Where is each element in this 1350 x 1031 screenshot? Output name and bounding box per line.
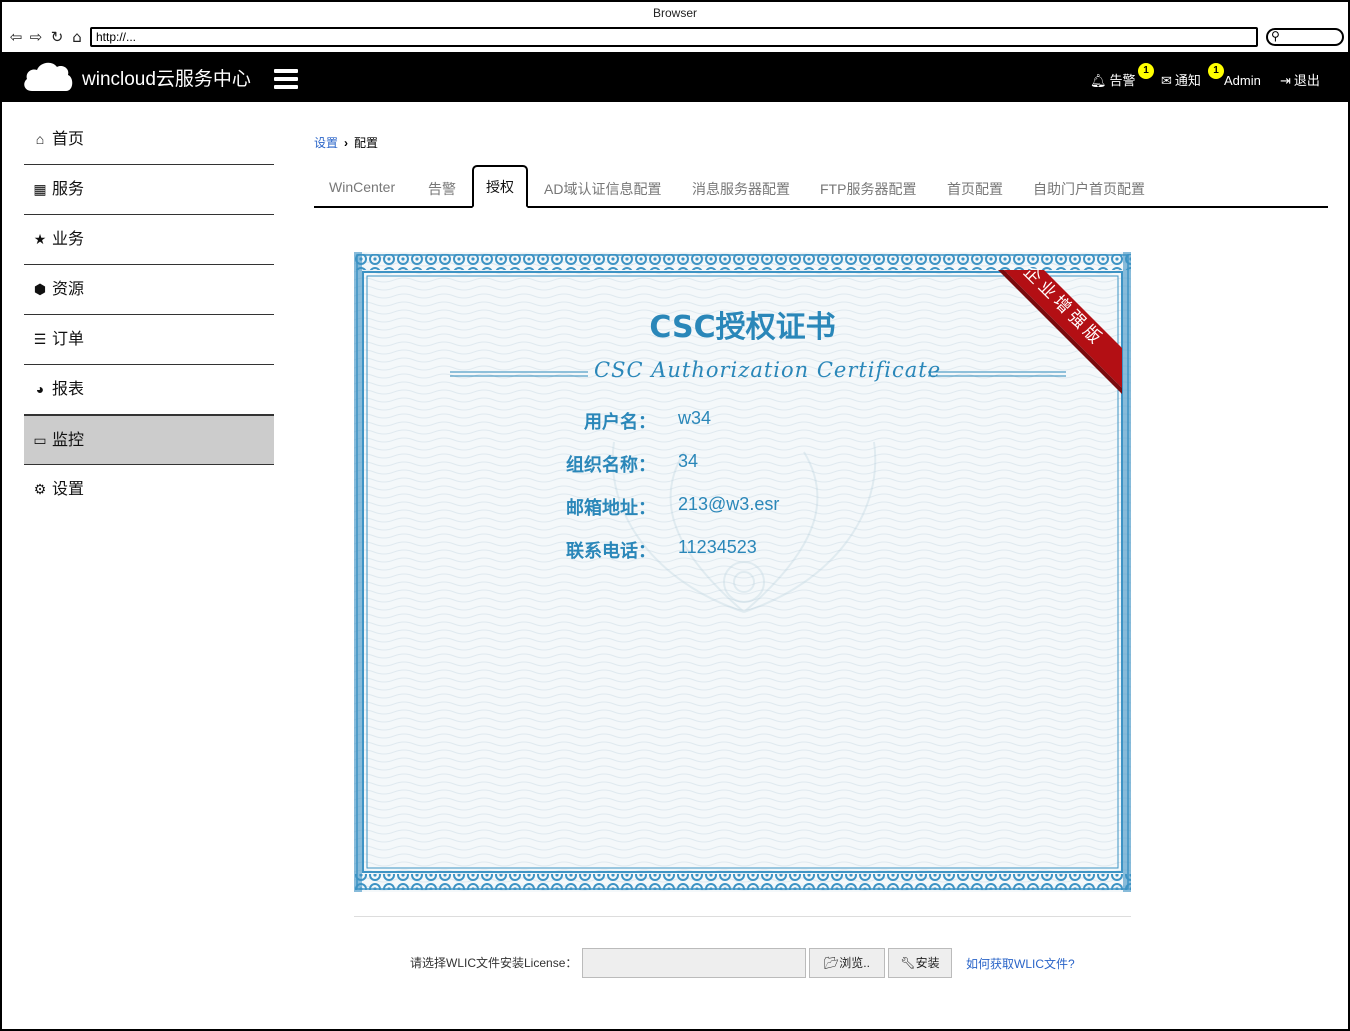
- license-file-label: 请选择WLIC文件安装License：: [410, 956, 578, 970]
- browse-button[interactable]: 📂︎浏览..: [809, 948, 885, 978]
- tab-license[interactable]: 授权: [472, 165, 528, 208]
- license-certificate: CSC授权证书 CSC Authorization Certificate 企业…: [354, 252, 1131, 892]
- sidebar-item-home[interactable]: ⌂ 首页: [24, 115, 274, 165]
- username-label: 用户名：: [584, 412, 656, 433]
- search-icon: ⚲: [1271, 29, 1280, 43]
- cloud-logo-icon: [24, 62, 73, 91]
- star-icon: ★: [33, 231, 47, 247]
- bell-icon: 🔔︎: [1090, 73, 1107, 88]
- tab-message-server[interactable]: 消息服务器配置: [692, 179, 790, 199]
- browser-window: Browser ⇦ ⇨ ↻ ⌂ http://... ⚲ wincloud云服务…: [0, 0, 1350, 1031]
- sidebar-item-services[interactable]: ▦ 服务: [24, 165, 274, 215]
- license-file-input[interactable]: [582, 948, 806, 978]
- phone-label: 联系电话：: [566, 541, 656, 562]
- tab-homepage[interactable]: 首页配置: [947, 179, 1003, 199]
- tab-portal-homepage[interactable]: 自助门户首页配置: [1033, 179, 1145, 199]
- browse-label: 浏览..: [839, 956, 870, 970]
- sidebar-item-monitoring[interactable]: ▭ 监控: [24, 415, 274, 465]
- alerts-label: 告警: [1109, 73, 1136, 88]
- sidebar-item-label: 订单: [52, 331, 85, 348]
- browser-search-input[interactable]: ⚲: [1266, 28, 1344, 46]
- tab-alerts[interactable]: 告警: [428, 179, 456, 199]
- grid-icon: ▦: [33, 181, 47, 197]
- sidebar-item-label: 设置: [52, 481, 85, 498]
- home-icon: ⌂: [35, 131, 45, 147]
- window-title: Browser: [652, 6, 697, 20]
- username-value: w34: [678, 408, 712, 428]
- user-menu[interactable]: Admin: [1224, 73, 1261, 88]
- sidebar: ⌂ 首页 ▦ 服务 ★ 业务 ⬢ 资源 ☰ 订单 ◕ 报表 ▭ 监控 ⚙ 设置: [24, 115, 274, 515]
- list-icon: ☰: [33, 331, 47, 347]
- tab-wincenter[interactable]: WinCenter: [329, 179, 395, 195]
- notices-label: 通知: [1174, 73, 1201, 88]
- breadcrumb-current: 配置: [354, 136, 379, 150]
- certificate-border: [354, 252, 1131, 892]
- pie-chart-icon: ◕: [35, 381, 45, 397]
- tab-ad-auth[interactable]: AD域认证信息配置: [544, 179, 661, 199]
- envelope-icon: ✉: [1161, 73, 1172, 88]
- forward-icon[interactable]: ⇨: [27, 28, 45, 46]
- logout-icon: ⇥: [1280, 73, 1291, 88]
- sidebar-item-label: 监控: [52, 432, 85, 449]
- cube-icon: ⬢: [33, 281, 47, 297]
- certificate-title: CSC授权证书: [649, 310, 836, 345]
- certificate-subtitle: CSC Authorization Certificate: [594, 358, 942, 382]
- divider: [354, 916, 1131, 917]
- breadcrumb: 设置 › 配置: [314, 134, 378, 151]
- sidebar-item-label: 业务: [52, 231, 85, 248]
- brand-title: wincloud云服务中心: [82, 69, 251, 90]
- folder-open-icon: 📂︎: [824, 956, 840, 970]
- alerts-badge: 1: [1138, 63, 1154, 79]
- monitor-icon: ▭: [33, 432, 47, 448]
- back-icon[interactable]: ⇦: [7, 28, 25, 46]
- wrench-icon: 🔧︎: [900, 956, 916, 970]
- phone-value: 11234523: [678, 537, 757, 557]
- install-label: 安装: [915, 956, 940, 970]
- menu-toggle-icon[interactable]: [274, 69, 298, 89]
- sidebar-item-resources[interactable]: ⬢ 资源: [24, 265, 274, 315]
- sidebar-item-business[interactable]: ★ 业务: [24, 215, 274, 265]
- logout-label: 退出: [1293, 73, 1320, 88]
- install-button[interactable]: 🔧︎安装: [888, 948, 952, 978]
- gear-icon: ⚙: [33, 481, 47, 497]
- chevron-right-icon: ›: [344, 136, 349, 150]
- breadcrumb-settings-link[interactable]: 设置: [314, 136, 338, 150]
- org-name-value: 34: [678, 451, 699, 471]
- app-header: wincloud云服务中心 🔔︎ 告警 1 ✉ 通知 1 Admin ⇥ 退出: [2, 52, 1348, 102]
- org-name-label: 组织名称：: [566, 455, 656, 476]
- email-value: 213@w3.esr: [678, 494, 780, 514]
- reload-icon[interactable]: ↻: [48, 28, 66, 46]
- home-icon[interactable]: ⌂: [68, 28, 86, 46]
- notices-badge: 1: [1208, 63, 1224, 79]
- wlic-help-link[interactable]: 如何获取WLIC文件?: [966, 955, 1075, 972]
- sidebar-item-label: 资源: [52, 281, 85, 298]
- sidebar-item-reports[interactable]: ◕ 报表: [24, 365, 274, 415]
- url-input[interactable]: http://...: [90, 27, 1258, 47]
- sidebar-item-label: 首页: [52, 131, 85, 148]
- sidebar-item-settings[interactable]: ⚙ 设置: [24, 465, 274, 515]
- sidebar-item-orders[interactable]: ☰ 订单: [24, 315, 274, 365]
- notices-button[interactable]: ✉ 通知: [1161, 70, 1201, 89]
- sidebar-item-label: 报表: [52, 381, 85, 398]
- settings-tabs: WinCenter 告警 授权 AD域认证信息配置 消息服务器配置 FTP服务器…: [314, 165, 1328, 208]
- logout-button[interactable]: ⇥ 退出: [1280, 70, 1320, 89]
- alerts-button[interactable]: 🔔︎ 告警: [1090, 70, 1136, 89]
- email-label: 邮箱地址：: [566, 498, 656, 519]
- tab-ftp-server[interactable]: FTP服务器配置: [820, 179, 916, 199]
- sidebar-item-label: 服务: [52, 181, 85, 198]
- browser-toolbar: ⇦ ⇨ ↻ ⌂ http://... ⚲: [2, 24, 1348, 52]
